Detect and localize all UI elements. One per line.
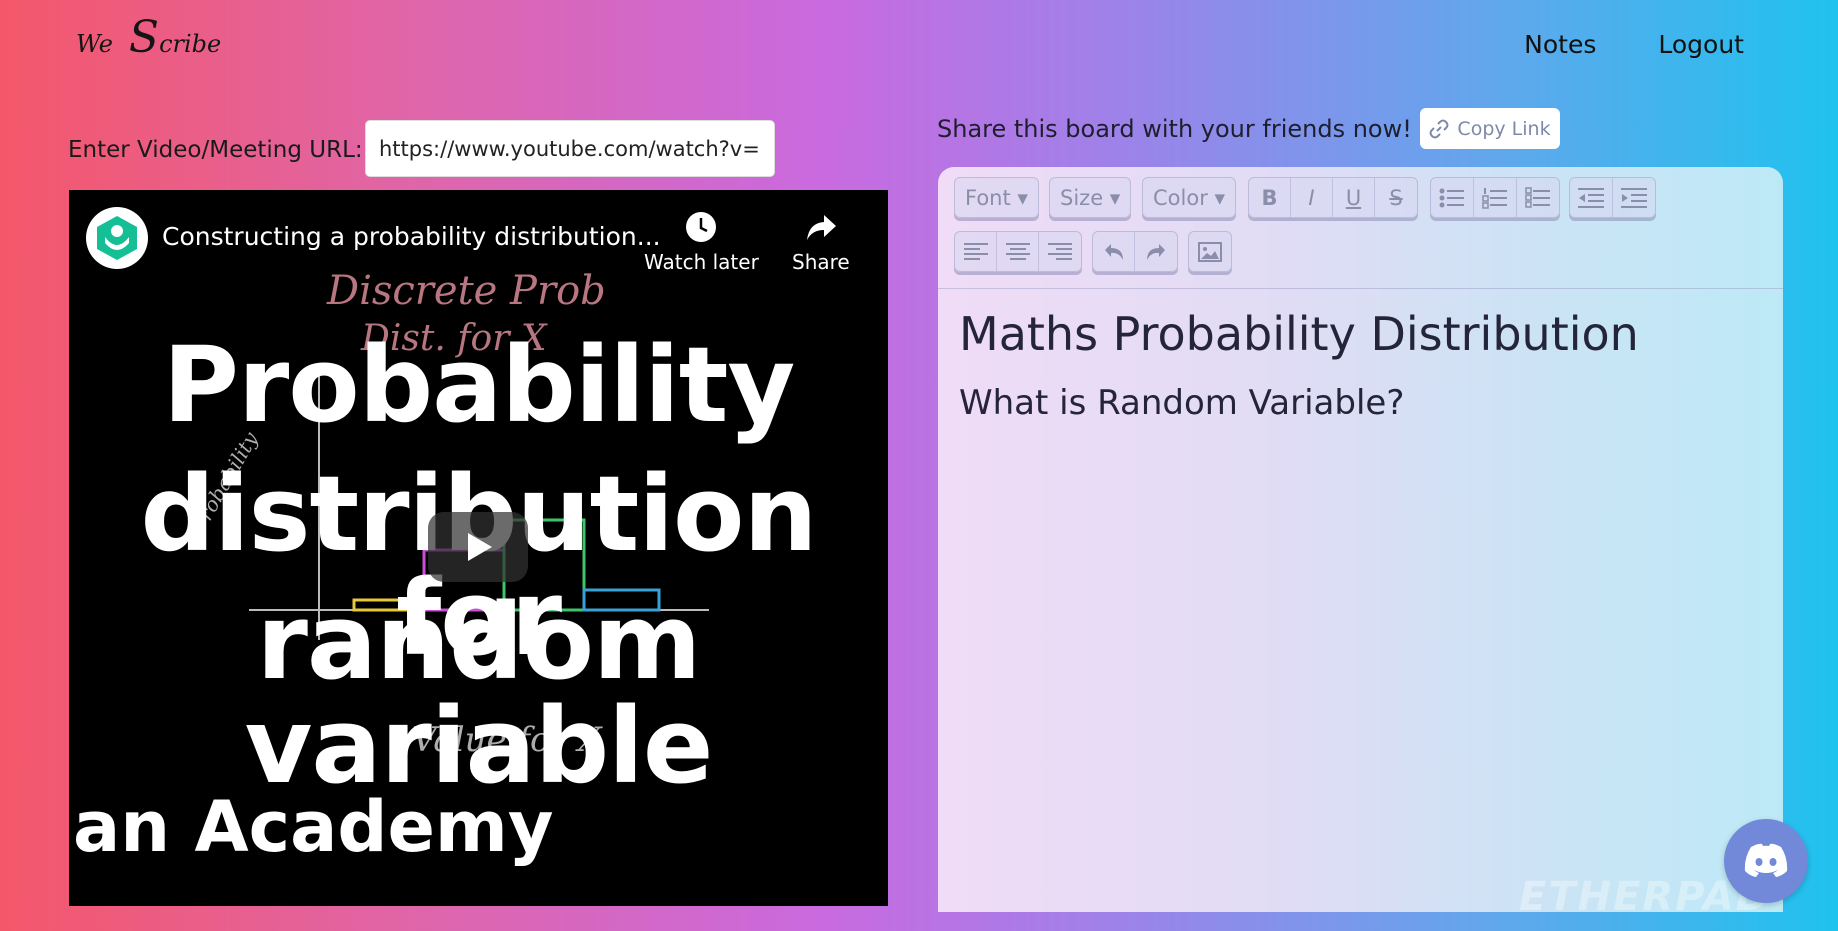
watch-later-button[interactable]: Watch later [644,210,759,274]
insert-image-button[interactable] [1189,232,1231,271]
undo-button[interactable] [1093,232,1135,271]
clock-icon [686,212,717,242]
redo-button[interactable] [1135,232,1177,271]
strikethrough-button[interactable]: S [1375,178,1417,217]
share-video-button[interactable]: Share [792,210,850,274]
underline-button[interactable]: U [1333,178,1375,217]
top-nav: Notes Logout [1524,30,1744,59]
share-video-label: Share [792,250,850,274]
bold-button[interactable]: B [1249,178,1291,217]
indent-group [1569,177,1656,218]
color-dropdown-label: Color [1153,185,1208,210]
alignment-group [954,231,1082,272]
copy-link-label: Copy Link [1457,117,1551,140]
align-left-button[interactable] [955,232,997,271]
video-headline-line-1: Probability [162,324,795,446]
logo-part-cribe: cribe [159,30,222,58]
align-right-icon [1048,242,1072,260]
checklist-icon [1525,186,1550,208]
link-icon [1429,119,1449,138]
italic-button[interactable]: I [1291,178,1333,217]
collaborative-editor: Font ▾ Size ▾ Color ▾ B I U S Maths Prob… [938,167,1783,912]
text-style-group: B I U S [1248,177,1418,218]
video-title[interactable]: Constructing a probability distribution.… [162,222,661,251]
video-player[interactable]: Discrete Prob Dist. for X Probability Va… [69,190,888,906]
watch-later-label: Watch later [644,250,759,274]
video-url-input[interactable] [365,120,775,177]
undo-icon [1104,243,1123,260]
numbered-list-button[interactable] [1474,178,1517,217]
outdent-icon [1578,187,1604,208]
list-group [1430,177,1560,218]
align-center-button[interactable] [997,232,1039,271]
nav-notes-link[interactable]: Notes [1524,30,1596,59]
video-headline-line-3: random variable [244,581,714,807]
bullet-list-button[interactable] [1431,178,1474,217]
nav-logout-link[interactable]: Logout [1658,30,1744,59]
font-dropdown-label: Font [965,185,1011,210]
play-icon [468,533,492,561]
handwriting-line-1: Discrete Prob [327,268,606,314]
copy-link-button[interactable]: Copy Link [1420,108,1560,149]
font-color-dropdown[interactable]: Color ▾ [1142,177,1237,218]
discord-button[interactable] [1724,819,1808,903]
align-left-icon [963,242,988,260]
document-content[interactable]: Maths Probability Distribution What is R… [938,289,1783,441]
bullet-list-icon [1439,188,1464,207]
video-url-label: Enter Video/Meeting URL: [68,137,363,163]
media-group [1188,231,1232,272]
document-subheading[interactable]: What is Random Variable? [959,383,1762,423]
indent-button[interactable] [1613,178,1655,217]
font-size-dropdown[interactable]: Size ▾ [1049,177,1132,218]
document-heading[interactable]: Maths Probability Distribution [959,307,1762,361]
indent-icon [1621,187,1647,208]
redo-icon [1147,243,1165,260]
share-board-text: Share this board with your friends now! [937,115,1412,143]
checklist-button[interactable] [1517,178,1559,217]
play-button[interactable] [428,512,528,582]
numbered-list-icon [1482,187,1507,209]
app-logo[interactable]: We S cribe [76,12,221,63]
image-icon [1198,241,1222,262]
outdent-button[interactable] [1570,178,1613,217]
logo-part-we: We [76,30,113,58]
size-dropdown-label: Size [1060,185,1104,210]
history-group [1092,231,1178,272]
logo-part-s: S [128,12,160,63]
video-brand-text: an Academy [73,786,554,868]
discord-icon [1744,843,1788,877]
align-right-button[interactable] [1039,232,1081,271]
align-center-icon [1005,242,1030,260]
font-family-dropdown[interactable]: Font ▾ [954,177,1039,218]
channel-logo-icon[interactable] [86,207,148,269]
share-arrow-icon [806,215,836,240]
editor-toolbar: Font ▾ Size ▾ Color ▾ B I U S [938,167,1783,289]
